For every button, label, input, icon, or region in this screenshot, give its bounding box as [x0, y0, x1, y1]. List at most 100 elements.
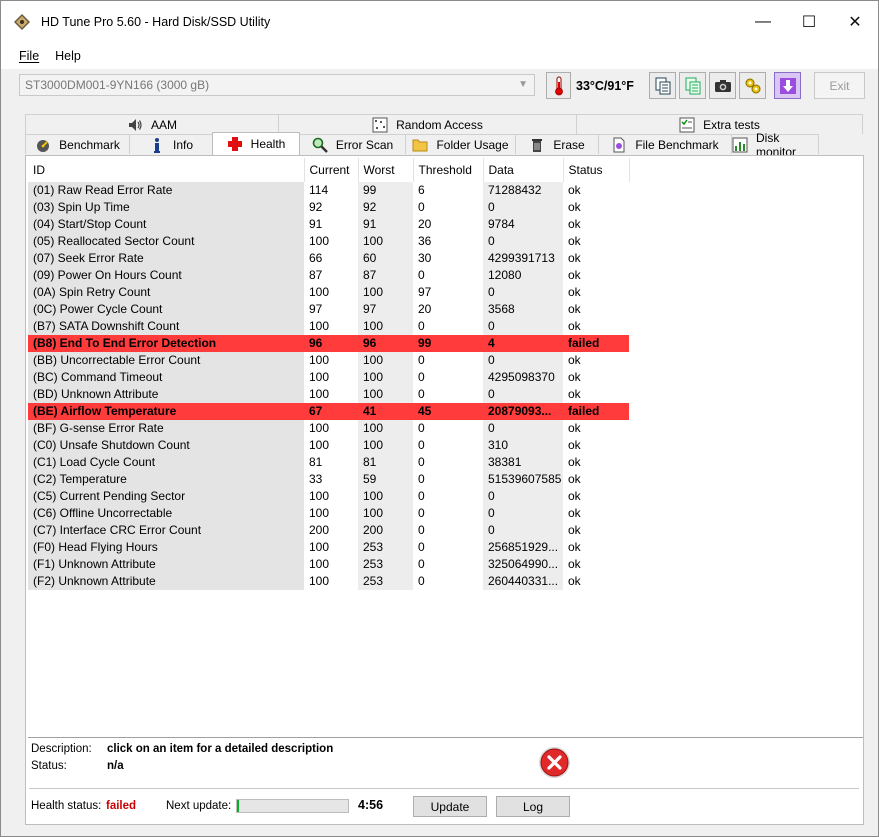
- cell-data: 256851929...: [483, 539, 563, 556]
- cell-id: (01) Raw Read Error Rate: [28, 182, 304, 199]
- cell-threshold: 0: [413, 488, 483, 505]
- copy-text-button[interactable]: [649, 72, 676, 99]
- cell-id: (05) Reallocated Sector Count: [28, 233, 304, 250]
- cell-status: ok: [563, 505, 629, 522]
- cell-threshold: 0: [413, 437, 483, 454]
- table-row[interactable]: (B8) End To End Error Detection 96 96 99 4 fa…: [28, 335, 629, 352]
- cell-status: ok: [563, 386, 629, 403]
- cell-threshold: 0: [413, 369, 483, 386]
- table-row[interactable]: (BE) Airflow Temperature 67 41 45 20879093..…: [28, 403, 629, 420]
- cell-status: ok: [563, 471, 629, 488]
- table-row[interactable]: (C1) Load Cycle Count 81 81 0 38381 ok: [28, 454, 629, 471]
- tab-info[interactable]: Info: [129, 134, 213, 154]
- table-row[interactable]: (F0) Head Flying Hours 100 253 0 256851929..…: [28, 539, 629, 556]
- cell-worst: 100: [358, 437, 413, 454]
- cell-id: (0C) Power Cycle Count: [28, 301, 304, 318]
- cell-threshold: 0: [413, 318, 483, 335]
- tab-disk-monitor[interactable]: Disk monitor: [731, 131, 819, 159]
- tab-folder-usage[interactable]: Folder Usage: [405, 134, 516, 154]
- log-button[interactable]: Log: [496, 796, 570, 817]
- screenshot-button[interactable]: [709, 72, 736, 99]
- cell-id: (BC) Command Timeout: [28, 369, 304, 386]
- column-header-status[interactable]: Status: [563, 158, 630, 182]
- table-row[interactable]: (BD) Unknown Attribute 100 100 0 0 ok: [28, 386, 629, 403]
- table-row[interactable]: (03) Spin Up Time 92 92 0 0 ok: [28, 199, 629, 216]
- cell-status: ok: [563, 522, 629, 539]
- column-header-threshold[interactable]: Threshold: [413, 158, 484, 182]
- table-row[interactable]: (C5) Current Pending Sector 100 100 0 0 ok: [28, 488, 629, 505]
- tab-random-access[interactable]: Random Access: [278, 114, 577, 134]
- copy-all-button[interactable]: [679, 72, 706, 99]
- tab-row-top: AAM Random Access Extra tests: [25, 114, 863, 134]
- table-row[interactable]: (C0) Unsafe Shutdown Count 100 100 0 310 ok: [28, 437, 629, 454]
- table-row[interactable]: (C6) Offline Uncorrectable 100 100 0 0 ok: [28, 505, 629, 522]
- table-row[interactable]: (09) Power On Hours Count 87 87 0 12080 ok: [28, 267, 629, 284]
- update-button[interactable]: Update: [413, 796, 487, 817]
- column-header-data[interactable]: Data: [483, 158, 564, 182]
- trash-icon: [529, 137, 545, 153]
- table-row[interactable]: (01) Raw Read Error Rate 114 99 6 71288432 ok: [28, 182, 629, 199]
- table-row[interactable]: (C2) Temperature 33 59 0 51539607585 ok: [28, 471, 629, 488]
- cell-worst: 100: [358, 284, 413, 301]
- table-row[interactable]: (07) Seek Error Rate 66 60 30 4299391713 ok: [28, 250, 629, 267]
- table-row[interactable]: (BC) Command Timeout 100 100 0 4295098370 ok: [28, 369, 629, 386]
- cell-data: 4295098370: [483, 369, 563, 386]
- folder-icon: [412, 137, 428, 153]
- cell-data: 0: [483, 318, 563, 335]
- drive-select[interactable]: ST3000DM001-9YN166 (3000 gB) ▼: [19, 74, 535, 96]
- cell-current: 100: [304, 539, 358, 556]
- minimize-button[interactable]: —: [740, 1, 786, 43]
- cell-data: 0: [483, 505, 563, 522]
- cell-status: ok: [563, 488, 629, 505]
- table-row[interactable]: (C7) Interface CRC Error Count 200 200 0 0 ok: [28, 522, 629, 539]
- table-row[interactable]: (F2) Unknown Attribute 100 253 0 260440331..…: [28, 573, 629, 590]
- options-button[interactable]: [739, 72, 766, 99]
- cell-id: (BD) Unknown Attribute: [28, 386, 304, 403]
- table-row[interactable]: (BF) G-sense Error Rate 100 100 0 0 ok: [28, 420, 629, 437]
- cell-id: (C1) Load Cycle Count: [28, 454, 304, 471]
- tab-health[interactable]: Health: [212, 132, 300, 155]
- tab-extra-tests[interactable]: Extra tests: [576, 114, 863, 134]
- column-header-current[interactable]: Current: [304, 158, 359, 182]
- red-cross-icon: [227, 136, 243, 152]
- error-x-icon: [539, 747, 570, 778]
- cell-data: 51539607585: [483, 471, 563, 488]
- table-row[interactable]: (05) Reallocated Sector Count 100 100 36 0 ok: [28, 233, 629, 250]
- table-row[interactable]: (04) Start/Stop Count 91 91 20 9784 ok: [28, 216, 629, 233]
- tab-aam[interactable]: AAM: [25, 114, 279, 134]
- drive-select-value: ST3000DM001-9YN166 (3000 gB): [25, 78, 210, 92]
- tab-erase[interactable]: Erase: [515, 134, 599, 154]
- cell-current: 96: [304, 335, 358, 352]
- tab-file-benchmark[interactable]: File Benchmark: [598, 134, 732, 154]
- menu-file[interactable]: File: [11, 49, 47, 63]
- next-update-label: Next update:: [166, 800, 232, 812]
- exit-button[interactable]: Exit: [814, 72, 865, 99]
- cell-status: ok: [563, 182, 629, 199]
- tab-error-scan[interactable]: Error Scan: [299, 134, 406, 154]
- tab-benchmark[interactable]: Benchmark: [25, 134, 130, 154]
- column-header-worst[interactable]: Worst: [358, 158, 414, 182]
- cell-current: 100: [304, 573, 358, 590]
- cell-current: 114: [304, 182, 358, 199]
- info-icon: [149, 137, 165, 153]
- table-row[interactable]: (0C) Power Cycle Count 97 97 20 3568 ok: [28, 301, 629, 318]
- table-row[interactable]: (B7) SATA Downshift Count 100 100 0 0 ok: [28, 318, 629, 335]
- countdown-timer: 4:56: [358, 798, 384, 812]
- maximize-button[interactable]: ☐: [786, 1, 832, 43]
- close-button[interactable]: ✕: [832, 1, 878, 43]
- cell-current: 100: [304, 284, 358, 301]
- table-row[interactable]: (0A) Spin Retry Count 100 100 97 0 ok: [28, 284, 629, 301]
- description-label: Description:: [31, 743, 92, 755]
- temperature-display: 33°C/91°F: [546, 72, 640, 99]
- save-button[interactable]: [774, 72, 801, 99]
- column-header-id[interactable]: ID: [28, 158, 305, 182]
- cell-id: (04) Start/Stop Count: [28, 216, 304, 233]
- smart-table[interactable]: ID Current Worst Threshold Data Status (…: [28, 158, 863, 738]
- menu-help[interactable]: Help: [47, 49, 89, 63]
- table-row[interactable]: (F1) Unknown Attribute 100 253 0 325064990..…: [28, 556, 629, 573]
- cell-status: ok: [563, 267, 629, 284]
- table-row[interactable]: (BB) Uncorrectable Error Count 100 100 0 0 ok: [28, 352, 629, 369]
- cell-current: 100: [304, 386, 358, 403]
- separator: [29, 788, 859, 789]
- cell-id: (C7) Interface CRC Error Count: [28, 522, 304, 539]
